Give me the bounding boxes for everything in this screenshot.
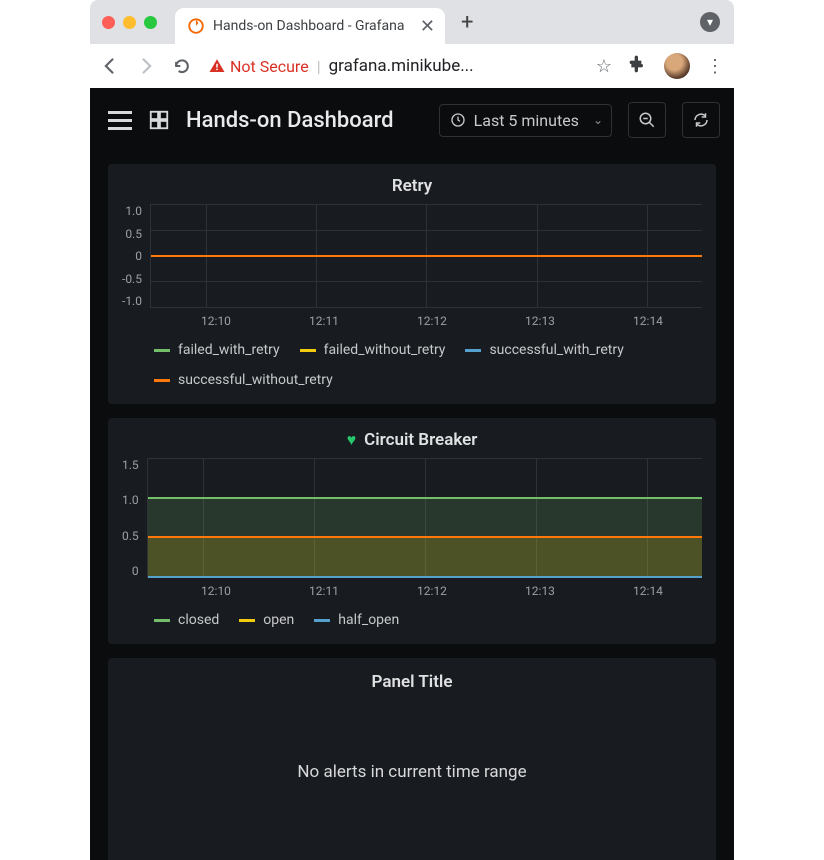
- panel-title: ♥ Circuit Breaker: [122, 430, 702, 450]
- time-range-label: Last 5 minutes: [474, 111, 579, 130]
- refresh-icon: [692, 111, 710, 129]
- fill-open: [148, 537, 702, 577]
- back-button[interactable]: [100, 56, 120, 76]
- warning-triangle-icon: [208, 57, 226, 75]
- address-bar: Not Secure | grafana.minikube... ☆ ⋮: [90, 44, 734, 88]
- bookmark-button[interactable]: ☆: [596, 56, 612, 77]
- series-successful-without-retry: [151, 255, 702, 257]
- x-axis: 12:10 12:11 12:12 12:13 12:14: [162, 584, 702, 598]
- heart-icon: ♥: [347, 430, 357, 450]
- browser-tab[interactable]: Hands-on Dashboard - Grafana ✕: [175, 8, 445, 44]
- zoom-out-button[interactable]: [628, 102, 666, 138]
- retry-chart: 1.0 0.5 0 -0.5 -1.0: [122, 204, 702, 308]
- dashboard-title[interactable]: Hands-on Dashboard: [186, 108, 394, 133]
- series-half-open: [148, 576, 702, 578]
- url-separator: |: [317, 57, 321, 76]
- arrow-right-icon: [136, 56, 156, 76]
- reload-icon: [172, 56, 192, 76]
- cb-chart: 1.5 1.0 0.5 0: [122, 458, 702, 578]
- plot-area: [150, 204, 702, 308]
- profile-avatar[interactable]: [664, 53, 690, 79]
- clock-icon: [450, 112, 466, 128]
- panel-retry[interactable]: Retry 1.0 0.5 0 -0.5 -1.0: [108, 164, 716, 404]
- dashboard-icon: [148, 109, 170, 131]
- browser-menu-button[interactable]: ⋮: [706, 56, 724, 77]
- y-axis: 1.5 1.0 0.5 0: [122, 458, 147, 578]
- menu-button[interactable]: [108, 111, 132, 130]
- forward-button[interactable]: [136, 56, 156, 76]
- legend-item[interactable]: failed_without_retry: [300, 342, 446, 358]
- extensions-button[interactable]: [628, 54, 648, 79]
- legend-item[interactable]: successful_with_retry: [465, 342, 623, 358]
- minimize-window-button[interactable]: [123, 16, 136, 29]
- not-secure-warning[interactable]: Not Secure: [208, 57, 309, 76]
- tab-title: Hands-on Dashboard - Grafana: [213, 18, 412, 34]
- close-window-button[interactable]: [102, 16, 115, 29]
- refresh-button[interactable]: [682, 102, 720, 138]
- legend-item[interactable]: closed: [154, 612, 219, 628]
- arrow-left-icon: [100, 56, 120, 76]
- x-axis: 12:10 12:11 12:12 12:13 12:14: [162, 314, 702, 328]
- close-tab-icon[interactable]: ✕: [420, 16, 435, 37]
- y-axis: 1.0 0.5 0 -0.5 -1.0: [122, 204, 150, 308]
- puzzle-icon: [628, 54, 648, 74]
- panel-title: Panel Title: [122, 672, 702, 692]
- panel-alerts[interactable]: Panel Title No alerts in current time ra…: [108, 658, 716, 860]
- window-controls: [102, 16, 157, 29]
- series-closed: [148, 497, 702, 499]
- url-text: grafana.minikube...: [329, 56, 474, 76]
- series-open: [148, 536, 702, 538]
- zoom-out-icon: [638, 111, 656, 129]
- legend-item[interactable]: open: [239, 612, 294, 628]
- legend-item[interactable]: failed_with_retry: [154, 342, 280, 358]
- chevron-down-icon: ⌄: [593, 113, 603, 127]
- panel-title: Retry: [122, 176, 702, 196]
- legend-item[interactable]: successful_without_retry: [154, 372, 333, 388]
- legend: closed open half_open: [154, 612, 702, 628]
- plot-area: [147, 458, 702, 578]
- legend-item[interactable]: half_open: [314, 612, 399, 628]
- panel-circuit-breaker[interactable]: ♥ Circuit Breaker 1.5 1.0 0.5 0: [108, 418, 716, 644]
- maximize-window-button[interactable]: [144, 16, 157, 29]
- time-range-picker[interactable]: Last 5 minutes ⌄: [439, 104, 612, 137]
- browser-chrome: Hands-on Dashboard - Grafana ✕ + ▾ Not S…: [90, 0, 734, 88]
- grafana-favicon-icon: [187, 17, 205, 35]
- new-tab-button[interactable]: +: [461, 10, 473, 35]
- tab-list-button[interactable]: ▾: [700, 12, 720, 32]
- reload-button[interactable]: [172, 56, 192, 76]
- legend: failed_with_retry failed_without_retry s…: [154, 342, 702, 388]
- tab-strip: Hands-on Dashboard - Grafana ✕ + ▾: [90, 0, 734, 44]
- no-alerts-message: No alerts in current time range: [122, 762, 702, 782]
- grafana-app: Hands-on Dashboard Last 5 minutes ⌄ Retr…: [90, 88, 734, 860]
- url-field[interactable]: Not Secure | grafana.minikube...: [208, 56, 580, 76]
- dashboard-toolbar: Hands-on Dashboard Last 5 minutes ⌄: [90, 88, 734, 156]
